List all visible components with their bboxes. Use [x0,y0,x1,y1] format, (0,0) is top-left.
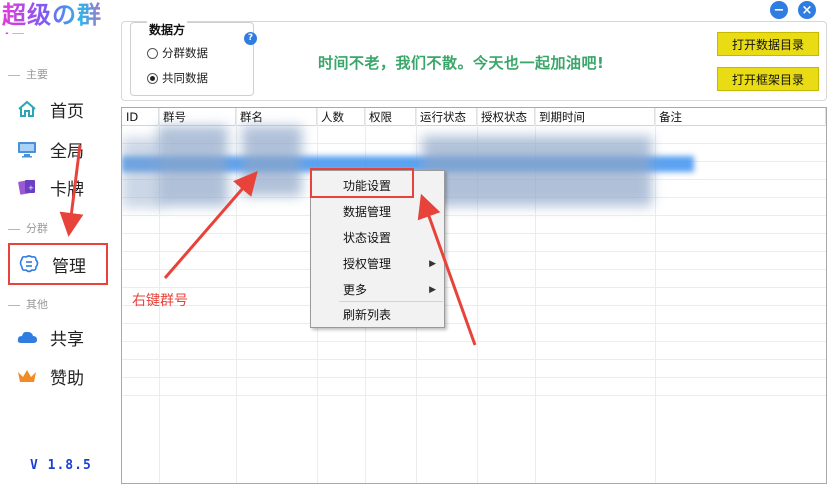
radio-split-data[interactable]: 分群数据 [147,45,208,61]
sidebar: 超级の群娱 主要 首页 全局 + 卡牌 分群 管理 其他 共享 赞助 V 1.8… [0,0,112,490]
table-row[interactable] [122,288,826,306]
data-source-title: 数据方 [147,21,188,38]
table-row[interactable] [122,342,826,360]
radio-shared-data[interactable]: 共同数据 [147,70,208,86]
sidebar-item-sponsor[interactable]: 赞助 [8,355,108,397]
manage-icon [18,253,40,275]
table-row[interactable] [122,252,826,270]
home-icon [16,98,38,120]
section-label-group: 分群 [8,220,48,236]
open-frame-dir-button[interactable]: 打开框架目录 [717,67,819,91]
cloud-icon [16,326,38,348]
sidebar-item-label: 卡牌 [50,179,84,200]
column-header-group-name[interactable]: 群名 [236,108,317,126]
sidebar-item-global[interactable]: 全局 [8,128,108,170]
radio-label: 分群数据 [162,46,208,60]
close-button[interactable]: × [798,1,816,19]
radio-label: 共同数据 [162,71,208,85]
sidebar-item-label: 管理 [52,256,86,277]
column-header-notes[interactable]: 备注 [655,108,826,126]
version-label: V 1.8.5 [30,458,92,473]
column-header-permission[interactable]: 权限 [365,108,416,126]
app-title: 超级の群娱 [2,0,114,59]
column-header-members[interactable]: 人数 [317,108,365,126]
table-row[interactable] [122,234,826,252]
table-header: ID 群号 群名 人数 权限 运行状态 授权状态 到期时间 备注 [122,108,826,126]
sidebar-item-home[interactable]: 首页 [8,88,108,130]
table-row[interactable] [122,270,826,288]
column-header-expiry[interactable]: 到期时间 [535,108,655,126]
radio-button[interactable] [147,47,158,59]
submenu-arrow-icon: ▶ [429,285,436,295]
radio-button[interactable] [147,72,158,84]
menu-item-status-settings[interactable]: 状态设置 [311,225,444,251]
sidebar-item-label: 共享 [50,329,84,350]
redacted-row-data [422,136,652,206]
svg-text:+: + [28,184,34,192]
sidebar-item-label: 赞助 [50,368,84,389]
sidebar-item-manage[interactable]: 管理 [8,243,108,285]
column-header-id[interactable]: ID [122,108,159,126]
submenu-arrow-icon: ▶ [429,207,436,217]
table-row[interactable] [122,324,826,342]
table-row[interactable] [122,360,826,378]
submenu-arrow-icon: ▶ [429,259,436,269]
sidebar-item-label: 首页 [50,101,84,122]
table-row[interactable] [122,216,826,234]
table-row[interactable] [122,306,826,324]
data-source-group: 数据方 ? 分群数据 共同数据 [130,21,257,96]
help-icon[interactable]: ? [244,32,257,45]
sidebar-item-label: 全局 [50,141,84,162]
menu-item-refresh-list[interactable]: 刷新列表 [311,302,444,328]
slogan-text: 时间不老，我们不散。今天也一起加油吧! [318,54,605,72]
minimize-button[interactable]: − [770,1,788,19]
column-header-run-status[interactable]: 运行状态 [416,108,477,126]
table-row[interactable] [122,378,826,396]
open-data-dir-button[interactable]: 打开数据目录 [717,32,819,56]
menu-item-data-management[interactable]: 数据管理 ▶ [311,199,444,225]
group-table[interactable]: ID 群号 群名 人数 权限 运行状态 授权状态 到期时间 备注 [121,107,827,484]
section-label-other: 其他 [8,296,48,312]
card-icon: + [16,176,38,198]
redacted-group-number [158,126,228,206]
crown-icon [16,365,38,387]
redacted-id [122,138,162,208]
section-label-main: 主要 [8,66,48,82]
menu-item-auth-management[interactable]: 授权管理 ▶ [311,251,444,277]
top-panel: 数据方 ? 分群数据 共同数据 时间不老，我们不散。今天也一起加油吧! 打开数据… [121,21,827,101]
column-header-group-number[interactable]: 群号 [159,108,236,126]
menu-item-more[interactable]: 更多 ▶ [311,277,444,303]
sidebar-item-cards[interactable]: + 卡牌 [8,166,108,208]
redacted-group-name [242,126,302,196]
annotation-text: 右键群号 [132,293,188,309]
column-header-auth-status[interactable]: 授权状态 [477,108,535,126]
monitor-icon [16,138,38,160]
highlight-box-feature-settings [310,168,414,198]
sidebar-item-share[interactable]: 共享 [8,316,108,358]
